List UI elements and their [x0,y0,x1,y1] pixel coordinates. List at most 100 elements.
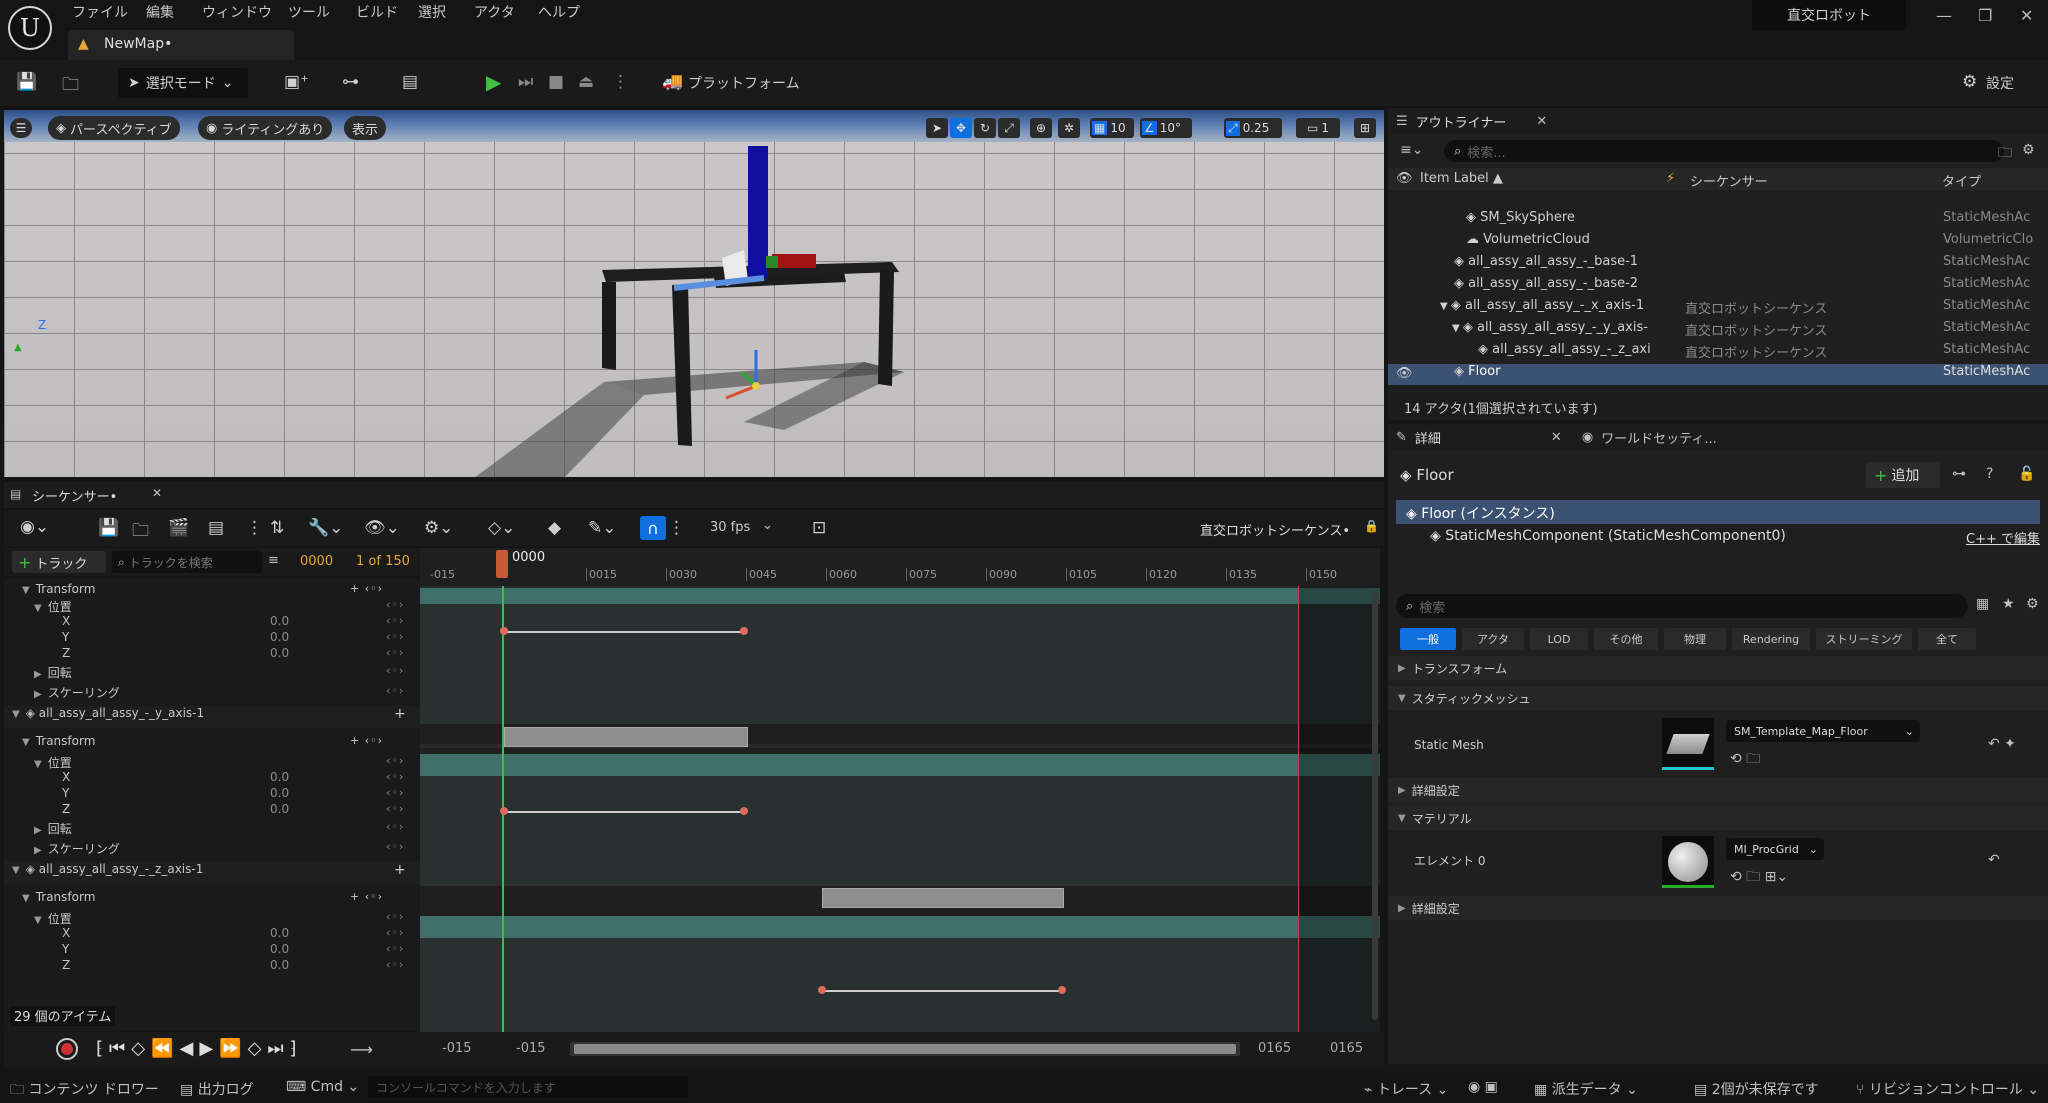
surface-snap-icon[interactable]: ✲ [1058,118,1080,138]
help-icon[interactable]: ? [1986,466,1993,482]
outliner-item-selected[interactable]: 👁 ◈ Floor StaticMeshAc [1388,364,2048,385]
track-search-input[interactable]: ⌕ トラックを検索 [112,551,262,573]
key-nav-icon[interactable]: ‹◦› [386,598,404,611]
key-nav-icon[interactable]: ‹◦› [386,786,404,799]
key-nav-icon[interactable]: ‹◦› [386,754,404,767]
add-key-icon[interactable]: + ‹◦› [350,582,383,595]
camera-speed-button[interactable]: ▭ 1 [1296,118,1340,138]
key-nav-icon[interactable]: ‹◦› [386,840,404,853]
section-transform[interactable]: ▶ トランスフォーム [1388,656,2048,680]
gear-icon[interactable]: ⚙ [2026,596,2039,612]
expand-icon[interactable]: ▼ [1452,323,1463,334]
lock-icon[interactable]: 🔒 [1364,519,1379,533]
add-component-button[interactable]: + 追加 [1866,462,1940,488]
record-button[interactable] [56,1038,78,1060]
world-icon[interactable]: ◉⌄ [20,517,49,537]
add-folder-icon[interactable]: 🗀 [1998,142,2012,166]
menu-tools[interactable]: ツール [288,2,330,22]
section-static-mesh[interactable]: ▼ スタティックメッシュ [1388,686,2048,710]
outliner-item[interactable]: ◈ SM_SkySphere StaticMeshAc [1388,210,2048,231]
track-row[interactable]: ▼ Transform + ‹◦› [4,890,420,906]
reset-icon[interactable]: ↶ [1988,852,2000,868]
mesh-thumbnail[interactable] [1662,718,1714,770]
camera-track-icon[interactable]: ▤ [208,518,224,538]
platform-button[interactable]: プラットフォーム [688,73,800,93]
key-nav-icon[interactable]: ‹◦› [386,910,404,923]
track-row[interactable]: ▼ ◈ all_assy_all_assy_-_y_axis-1 + [4,706,420,728]
track-row[interactable]: Y 0.0 ‹◦› [4,786,420,802]
viewport-menu-icon[interactable]: ☰ [10,118,32,138]
save-sequence-icon[interactable]: 💾 [98,518,119,538]
key-nav-icon[interactable]: ‹◦› [386,802,404,815]
edit-mode-icon[interactable]: ✎⌄ [588,518,617,538]
cinematics-icon[interactable]: ▤ [402,72,418,92]
time-ruler[interactable]: -015 0015 0030 0045 0060 0075 0090 0105 … [420,548,1380,586]
outliner-item[interactable]: ◈ all_assy_all_assy_-_base-2 StaticMeshAc [1388,276,2048,297]
track-value[interactable]: 0.0 [270,614,289,628]
browse-icon[interactable]: 🗀 [62,72,79,101]
component-instance-row[interactable]: ◈ Floor (インスタンス) [1396,500,2040,524]
step-icon[interactable]: ⏭ [518,72,533,92]
close-tab-icon[interactable]: ✕ [1536,114,1547,129]
settings-button[interactable]: 設定 [1986,73,2014,93]
view-start[interactable]: -015 [516,1041,546,1056]
more-sequencer-icon[interactable]: ⋮ [246,518,263,538]
view-range-slider[interactable] [570,1042,1240,1056]
auto-key-icon[interactable]: ◆ [548,518,561,538]
track-row[interactable]: Z 0.0 ‹◦› [4,646,420,662]
blueprint-icon[interactable]: ⊶ [342,72,359,92]
keyframe[interactable] [818,986,826,994]
close-window-icon[interactable]: ✕ [2020,6,2033,25]
close-tab-icon[interactable]: ✕ [152,486,162,500]
menu-window[interactable]: ウィンドウ [202,2,272,22]
view-options-icon[interactable]: 👁⌄ [364,518,400,538]
menu-build[interactable]: ビルド [356,2,398,22]
filter-icon[interactable]: ≡ [268,553,279,568]
snap-options-icon[interactable]: ⋮ [668,518,685,538]
outliner-tab[interactable]: アウトライナー [1416,112,1507,131]
column-sequencer[interactable]: シーケンサー [1690,171,1768,190]
world-settings-tab[interactable]: ワールドセッティ... [1601,428,1717,447]
outliner-item[interactable]: ▼ ◈ all_assy_all_assy_-_x_axis-1 直交ロボットシー… [1388,298,2048,319]
filter-misc[interactable]: その他 [1594,628,1658,650]
outliner-item[interactable]: ◈ all_assy_all_assy_-_base-1 StaticMeshAc [1388,254,2048,275]
section-advanced[interactable]: ▶ 詳細設定 [1388,896,2048,920]
add-track-button[interactable]: + トラック [12,551,106,573]
track-value[interactable]: 0.0 [270,958,289,972]
key-nav-icon[interactable]: ‹◦› [386,664,404,677]
section-material[interactable]: ▼ マテリアル [1388,806,2048,830]
track-row[interactable]: Y 0.0 ‹◦› [4,942,420,958]
menu-edit[interactable]: 編集 [146,2,174,22]
key-nav-icon[interactable]: ‹◦› [386,614,404,627]
component-row[interactable]: ◈ StaticMeshComponent (StaticMeshCompone… [1430,528,1786,544]
key-nav-icon[interactable]: ‹◦› [386,926,404,939]
static-mesh-dropdown[interactable]: SM_Template_Map_Floor ⌄ [1726,720,1920,742]
tools-icon[interactable]: 🔧⌄ [308,518,343,538]
trace-button[interactable]: ⌁ トレース ⌄ [1364,1079,1448,1099]
outliner-item[interactable]: ▼ ◈ all_assy_all_assy_-_y_axis- 直交ロボットシーケ… [1388,320,2048,341]
map-tab[interactable]: ▲ NewMap• [68,30,294,60]
visibility-icon[interactable]: 👁 [1396,366,1413,381]
filter-actor[interactable]: アクタ [1462,628,1524,650]
lighting-button[interactable]: ◉ ライティングあり [198,116,333,140]
use-asset-icon[interactable]: ⟲ 🗀 [1730,748,1760,772]
filter-streaming[interactable]: ストリーミング [1816,628,1912,650]
track-value[interactable]: 0.0 [270,926,289,940]
filter-all[interactable]: 全て [1918,628,1976,650]
key-nav-icon[interactable]: ‹◦› [386,770,404,783]
keyframe[interactable] [740,627,748,635]
track-row[interactable]: ▼ ◈ all_assy_all_assy_-_z_axis-1 + [4,862,420,884]
playback-options-icon[interactable]: ⚙⌄ [424,518,453,538]
details-tab[interactable]: 詳細 [1415,428,1441,447]
play-icon[interactable]: ▶ [486,70,501,94]
track-row[interactable]: Z 0.0 ‹◦› [4,958,420,974]
world-space-icon[interactable]: ⊕ [1030,118,1052,138]
track-row[interactable]: ▼ Transform + ‹◦› [4,582,420,598]
view-end[interactable]: 0165 [1258,1041,1291,1056]
expand-icon[interactable]: ▼ [1440,301,1451,312]
track-row[interactable]: ▼ 位置 ‹◦› [4,754,420,770]
keyframe[interactable] [740,807,748,815]
keyframe[interactable] [500,807,508,815]
render-movie-icon[interactable]: 🎬 [168,518,189,538]
scale-tool-icon[interactable]: ⤢ [998,118,1020,138]
